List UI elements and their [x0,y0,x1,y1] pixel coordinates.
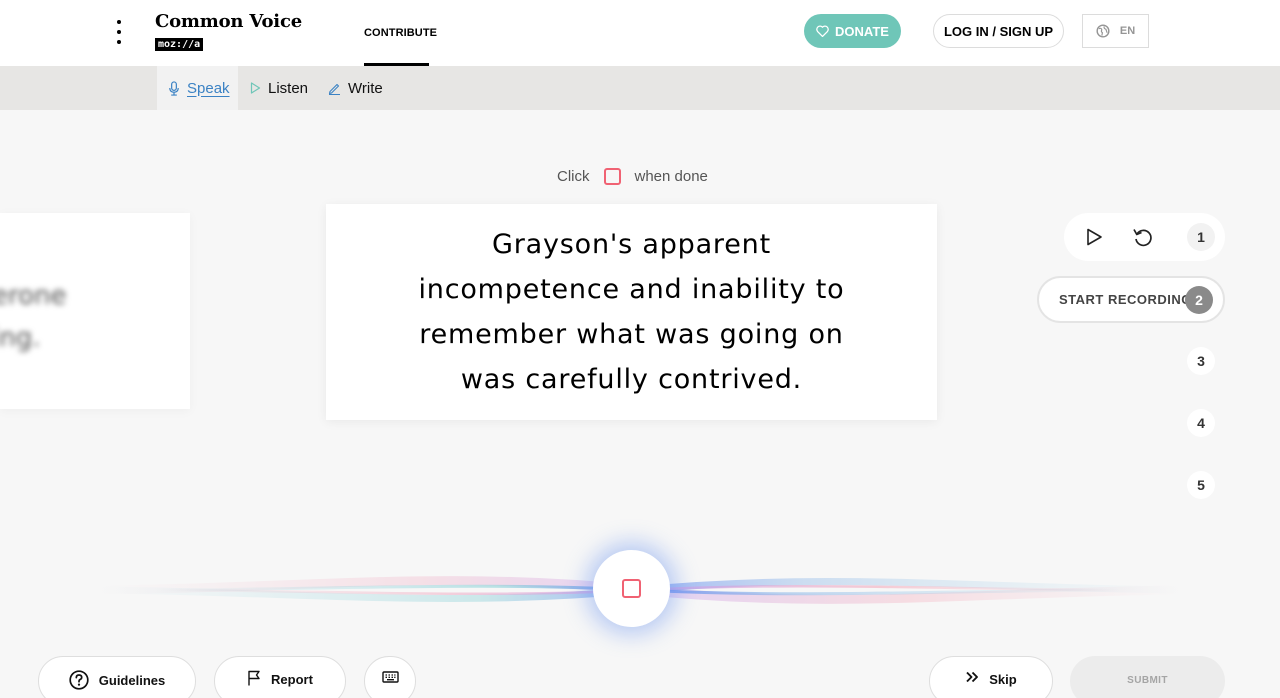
report-label: Report [271,672,313,687]
clip-number-3: 3 [1187,347,1215,375]
instruction-when-done: when done [634,167,708,185]
flag-icon [248,670,260,686]
contribute-subnav: Speak Listen Write [0,66,1280,110]
tab-write-label: Write [348,79,383,97]
more-menu-icon[interactable] [112,20,126,44]
pencil-icon [328,83,340,95]
sentence-card: Grayson's apparent incompetence and inab… [326,204,937,420]
start-recording-label: START RECORDING [1059,292,1192,307]
question-circle-icon [69,670,89,690]
stop-recording-button[interactable] [593,550,670,627]
rerecord-icon[interactable] [1131,225,1155,249]
clip-2-start-recording[interactable]: START RECORDING 2 [1037,276,1225,323]
language-selector[interactable]: EN [1082,14,1149,48]
clip-number-1: 1 [1187,223,1215,251]
recording-instruction: Click when done [557,164,708,188]
submit-button[interactable]: SUBMIT [1070,656,1225,698]
report-button[interactable]: Report [214,656,346,698]
nav-contribute[interactable]: CONTRIBUTE [364,0,437,66]
stop-icon [622,579,641,598]
donate-label: DONATE [835,23,889,39]
tab-speak-label: Speak [187,79,230,97]
previous-sentence-line: ing. [0,323,41,353]
clip-1-controls: 1 [1064,213,1225,261]
logo-title: Common Voice [155,11,302,32]
skip-label: Skip [989,672,1017,687]
instruction-click: Click [557,167,590,185]
play-icon[interactable] [1082,225,1106,249]
skip-button[interactable]: Skip [929,656,1053,698]
heart-icon [816,25,829,37]
previous-sentence-text: erone ing. [0,275,67,359]
globe-icon [1096,24,1110,38]
sentence-text: Grayson's apparent incompetence and inab… [418,229,845,395]
header: Common Voice moz://a CONTRIBUTE DONATE L… [0,0,1280,66]
previous-sentence-line: erone [0,281,67,311]
keyboard-icon [381,671,399,683]
tab-speak[interactable]: Speak [157,66,238,110]
donate-button[interactable]: DONATE [804,14,901,48]
tab-listen[interactable]: Listen [250,66,308,110]
clip-number-2: 2 [1185,286,1213,314]
guidelines-button[interactable]: Guidelines [38,656,196,698]
clip-number-4: 4 [1187,409,1215,437]
logo[interactable]: Common Voice moz://a [155,11,302,51]
previous-sentence-card: erone ing. [0,213,190,409]
stop-square-icon [603,167,621,185]
mozilla-logo: moz://a [155,38,204,51]
double-chevron-right-icon [966,671,979,683]
keyboard-shortcuts-button[interactable] [364,656,416,698]
clip-number-5: 5 [1187,471,1215,499]
language-label: EN [1119,25,1136,37]
play-outline-icon [250,82,261,94]
tab-listen-label: Listen [268,79,309,97]
guidelines-label: Guidelines [98,673,166,688]
mic-icon [169,80,179,96]
login-signup-button[interactable]: LOG IN / SIGN UP [933,14,1064,48]
tab-write[interactable]: Write [328,66,383,110]
